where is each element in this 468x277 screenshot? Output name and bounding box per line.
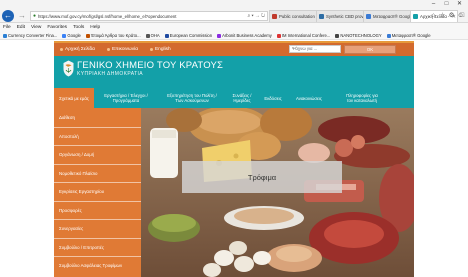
web-page: Αρχική Σελίδα Επικοινωνία English Ψάχνω γι…	[0, 41, 468, 277]
address-row: ← → ● https://www.mof.gov.cy/mof/gsl/gsl…	[0, 9, 468, 23]
menu-bar: File Edit View Favorites Tools Help	[0, 23, 468, 32]
tab-favicon-icon	[272, 14, 277, 19]
favorite-label: Arbonit Business Academy	[222, 33, 272, 38]
favorite-label: Μεταφραστ® Google	[391, 33, 431, 38]
favorite-link[interactable]: ΟΗΑ	[145, 33, 160, 38]
favorite-icon	[276, 33, 281, 38]
search-input[interactable]: Ψάχνω για ...	[289, 45, 341, 53]
tab-favicon-icon	[366, 14, 371, 19]
search-button[interactable]: ΟΚ	[344, 44, 396, 54]
bullet-icon	[106, 48, 110, 51]
favorites-star-icon[interactable]: ☆	[438, 11, 447, 20]
menu-item[interactable]: Tools	[73, 25, 84, 30]
forward-arrow-icon[interactable]: →	[16, 10, 28, 22]
submenu-item[interactable]: Συμβούλιο Ασφάλειας Τροφίμων	[54, 256, 141, 275]
tab-favicon-icon	[413, 14, 418, 19]
menu-item[interactable]: Edit	[17, 25, 25, 30]
maximize-icon[interactable]: □	[440, 0, 453, 9]
submenu-item[interactable]: Οργάνωση / Δομή	[54, 145, 141, 164]
gear-icon[interactable]: ⚙	[447, 11, 456, 20]
hero-caption: Τρόφιμα	[182, 161, 342, 193]
favorite-label: Currency Converter Fina...	[8, 33, 58, 38]
menu-item[interactable]: View	[31, 25, 41, 30]
bullet-icon	[149, 48, 153, 51]
favorite-link[interactable]: European Commission	[164, 33, 213, 38]
lock-icon: ●	[33, 13, 37, 19]
submenu-item[interactable]: Συμβούλιο / Επιτροπές	[54, 237, 141, 257]
utility-bar: Αρχική Σελίδα Επικοινωνία English Ψάχνω γι…	[54, 41, 414, 56]
favorite-icon	[85, 33, 90, 38]
browser-tab[interactable]: Μεταφραστ® Google	[363, 10, 411, 22]
toolbar-right-icons: ⌂ ☆ ⚙ ☺	[429, 11, 465, 20]
favorite-link[interactable]: Arbonit Business Academy	[217, 33, 272, 38]
submenu-item[interactable]: Συνεργασίες	[54, 219, 141, 238]
menu-item[interactable]: Favorites	[47, 25, 67, 30]
utility-link-label: English	[154, 47, 171, 52]
cyprus-emblem-icon[interactable]	[63, 60, 74, 77]
utility-link[interactable]: English	[149, 47, 171, 52]
favorite-link[interactable]: Google	[62, 33, 81, 38]
tab-label: Synthetic CBD prove...	[326, 14, 363, 19]
browser-tab[interactable]: Public consultation ...	[269, 10, 317, 22]
submenu-item[interactable]: Αποστολή	[54, 126, 141, 146]
bullet-icon	[60, 48, 63, 51]
nav-item[interactable]: Πληροφορίες για τον καταναλωτή	[330, 88, 394, 108]
favorite-link[interactable]: NANOTECHNOLOGY	[335, 33, 382, 38]
favorite-link[interactable]: Currency Converter Fina...	[3, 33, 57, 38]
submenu-item[interactable]: Εγκρίσεις Εργαστηρίου	[54, 182, 141, 201]
main-navigation: Σχετικά με εμάς Εργαστήρια / Έλεγχοι / Πρ…	[54, 88, 414, 108]
favorite-label: ΟΗΑ	[150, 33, 160, 38]
home-icon[interactable]: ⌂	[429, 11, 438, 20]
site-subtitle: ΚΥΠΡΙΑΚΗ ΔΗΜΟΚΡΑΤΙΑ	[77, 71, 144, 77]
utility-link-label: Επικοινωνία	[111, 47, 138, 52]
favorite-label: NANOTECHNOLOGY	[340, 33, 382, 38]
favorite-label: Google	[67, 33, 81, 38]
site-title[interactable]: ΓΕΝΙΚΟ ΧΗΜΕΙΟ ΤΟΥ ΚΡΑΤΟΥΣ	[77, 60, 223, 71]
nav-item[interactable]: Εργαστήρια / Έλεγχοι / Προγράμματα	[94, 88, 158, 108]
tab-favicon-icon	[319, 14, 324, 19]
page-right-margin	[414, 57, 468, 277]
favorite-label: IM International Confere...	[281, 33, 331, 38]
favorite-link[interactable]: Έτοιμά Άρθρα του Κράτο...	[85, 33, 141, 38]
submenu-item[interactable]: Διάθεση	[54, 108, 141, 127]
site-header: ΓΕΝΙΚΟ ΧΗΜΕΙΟ ΤΟΥ ΚΡΑΤΟΥΣ ΚΥΠΡΙΑΚΗ ΔΗΜΟΚ…	[54, 56, 414, 88]
favorites-bar: Currency Converter Fina... Google Έτοιμά Ά…	[0, 32, 468, 40]
page-left-margin	[0, 57, 54, 277]
favorite-icon	[217, 33, 222, 38]
nav-item[interactable]: Ανακοινώσεις	[288, 88, 330, 108]
back-arrow-icon[interactable]: ←	[2, 10, 14, 22]
favorite-icon	[164, 33, 169, 38]
menu-item[interactable]: File	[3, 25, 11, 30]
favorite-icon	[3, 33, 7, 38]
favorite-link[interactable]: IM International Confere...	[276, 33, 331, 38]
close-icon[interactable]: ✕	[453, 0, 466, 9]
minimize-icon[interactable]: –	[427, 0, 440, 9]
tab-label: Public consultation ...	[279, 14, 316, 19]
address-controls[interactable]: ⌕ ▾ → ↻	[247, 13, 267, 19]
address-bar[interactable]: ● https://www.mof.gov.cy/mof/gsl/gsl.nsf…	[30, 11, 268, 21]
tab-label: Μεταφραστ® Google	[373, 14, 410, 19]
favorite-icon	[335, 33, 340, 38]
favorite-label: European Commission	[169, 33, 213, 38]
favorite-label: Έτοιμά Άρθρα του Κράτο...	[90, 33, 141, 38]
utility-link[interactable]: Επικοινωνία	[106, 47, 138, 52]
favorite-icon	[62, 33, 67, 38]
smiley-icon[interactable]: ☺	[456, 11, 465, 20]
nav-item[interactable]: Σχετικά με εμάς	[54, 88, 94, 108]
utility-link-label: Αρχική Σελίδα	[65, 47, 95, 52]
nav-item[interactable]: Εξυπηρέτηση του Πολίτη / Των Ασκούμενων	[158, 88, 226, 108]
favorite-link[interactable]: Μεταφραστ® Google	[386, 33, 431, 38]
favorite-icon	[386, 33, 391, 38]
browser-tab[interactable]: Synthetic CBD prove...	[316, 10, 364, 22]
about-submenu: Διάθεση Αποστολή Οργάνωση / Δομή Νομοθετικό…	[54, 108, 141, 277]
favorite-icon	[145, 33, 150, 38]
nav-item[interactable]: Εκδόσεις	[258, 88, 288, 108]
submenu-item[interactable]: Νομοθετικό Πλαίσιο	[54, 163, 141, 183]
nav-item[interactable]: Συνάξεις / Ημερίδες	[226, 88, 258, 108]
url-text[interactable]: https://www.mof.gov.cy/mof/gsl/gsl.nsf/h…	[38, 14, 247, 19]
utility-link[interactable]: Αρχική Σελίδα	[60, 47, 95, 52]
submenu-item[interactable]: Προσφορές	[54, 200, 141, 220]
menu-item[interactable]: Help	[90, 25, 100, 30]
